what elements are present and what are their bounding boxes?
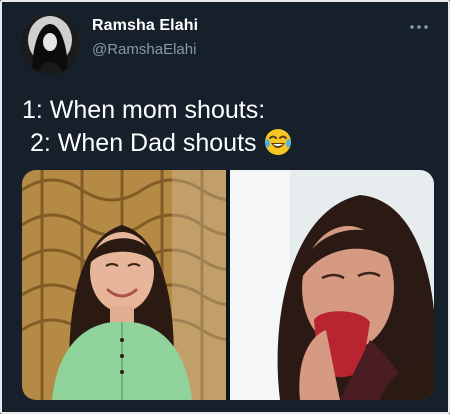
user-display-name[interactable]: Ramsha Elahi	[92, 17, 198, 35]
more-options-icon[interactable]	[408, 20, 430, 32]
tweet-text: 1: When mom shouts: 2: When Dad shouts	[22, 94, 442, 166]
avatar-image	[20, 14, 80, 74]
tweet-card[interactable]: Ramsha Elahi @RamshaElahi 1: When mom sh…	[4, 4, 446, 410]
user-handle[interactable]: @RamshaElahi	[92, 41, 196, 58]
avatar[interactable]	[20, 14, 80, 74]
smiling-woman-photo[interactable]	[22, 170, 226, 400]
tweet-media[interactable]	[22, 170, 434, 400]
tweet-text-line-2-text: 2: When Dad shouts	[30, 129, 257, 157]
crying-woman-photo[interactable]	[230, 170, 434, 400]
face-with-tears-of-joy-icon	[263, 127, 293, 166]
tweet-text-line-1: 1: When mom shouts:	[22, 96, 266, 124]
tweet-text-line-2: 2: When Dad shouts	[22, 127, 442, 166]
